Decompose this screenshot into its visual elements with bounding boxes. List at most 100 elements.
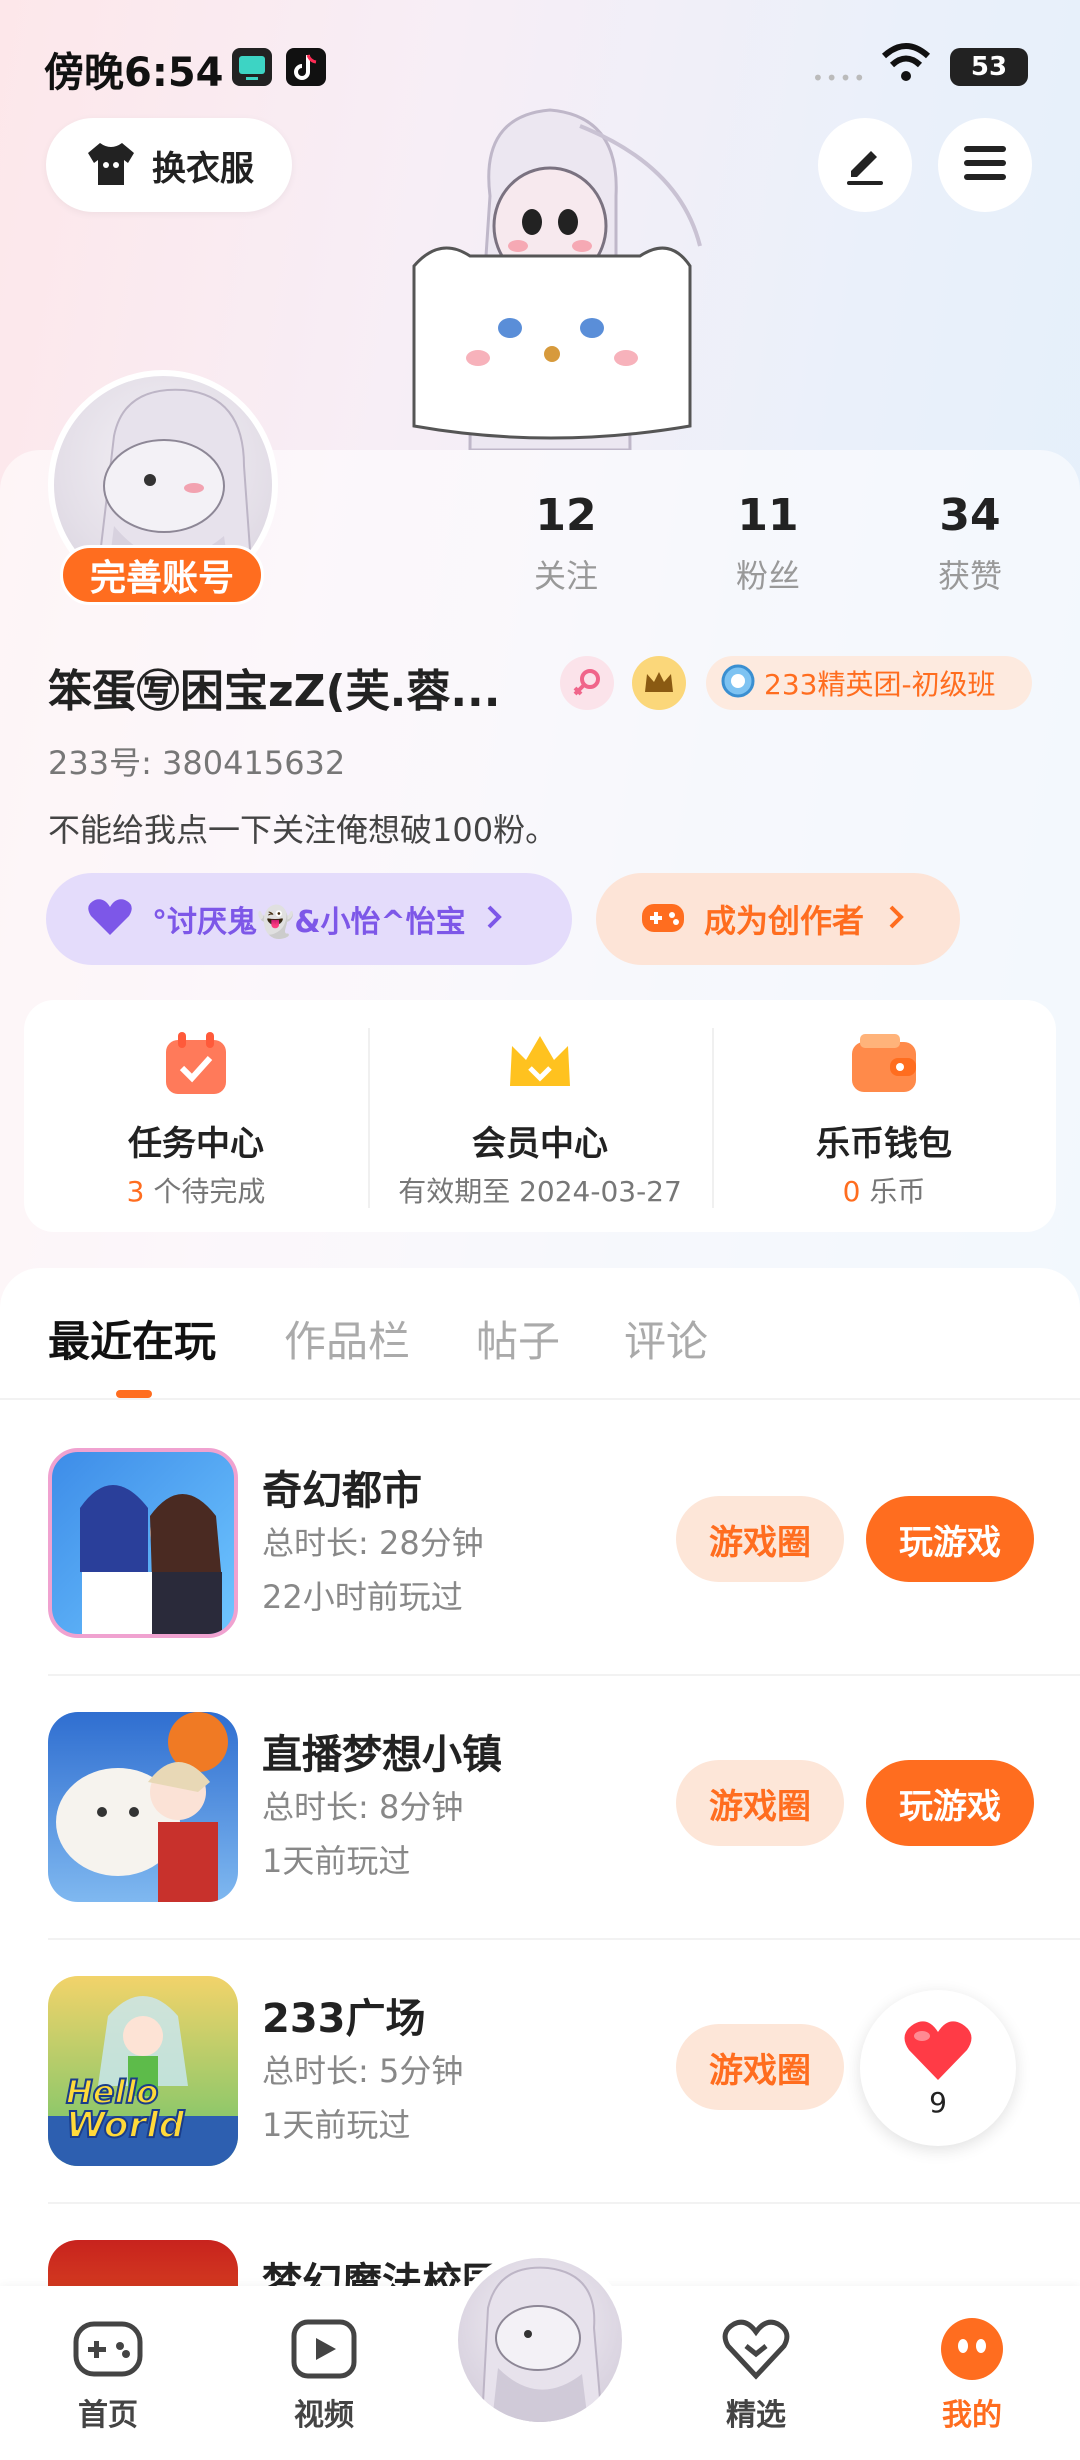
- game-duration: 总时长: 8分钟: [262, 1788, 464, 1826]
- wallet-subtitle: 0 乐币: [712, 1170, 1056, 1210]
- menu-button[interactable]: [938, 118, 1032, 212]
- like-count: 9: [929, 2086, 947, 2119]
- user-bio: 不能给我点一下关注俺想破100粉。: [48, 811, 558, 849]
- coin-unit: 乐币: [860, 1175, 926, 1208]
- edit-profile-button[interactable]: [818, 118, 912, 212]
- fans-stat[interactable]: 11 粉丝: [698, 490, 838, 597]
- wallet-item[interactable]: 乐币钱包 0 乐币: [712, 1000, 1056, 1232]
- game-row[interactable]: 直播梦想小镇 总时长: 8分钟 1天前玩过 游戏圈 玩游戏: [0, 1666, 1080, 1930]
- gamepad-icon: [640, 898, 686, 940]
- chevron-right-icon: [886, 903, 906, 935]
- likes-count: 34: [939, 490, 1001, 541]
- group-tag-label: 233精英团-初级班: [764, 668, 996, 701]
- wifi-icon: [880, 40, 932, 94]
- nav-mine[interactable]: 我的: [864, 2286, 1080, 2460]
- game-name: 直播梦想小镇: [262, 1732, 502, 1778]
- signal-icon: ••••: [812, 66, 868, 90]
- nav-video[interactable]: 视频: [216, 2286, 432, 2460]
- nav-home[interactable]: 首页: [0, 2286, 216, 2460]
- game-circle-button[interactable]: 游戏圈: [676, 2024, 844, 2110]
- task-center-title: 任务中心: [128, 1124, 264, 1164]
- username: 笨蛋㊢困宝zZ(芙.蓉...: [48, 666, 501, 717]
- play-video-icon: [288, 2316, 360, 2382]
- change-outfit-label: 换衣服: [152, 148, 254, 189]
- fans-count: 11: [737, 490, 799, 541]
- shirt-icon: [84, 139, 138, 191]
- status-time: 傍晚6:54: [44, 50, 224, 96]
- crown-icon: [504, 1028, 576, 1100]
- task-center-item[interactable]: 任务中心 3 个待完成: [24, 1000, 368, 1232]
- tv-app-icon: [232, 48, 272, 86]
- game-circle-button[interactable]: 游戏圈: [676, 1760, 844, 1846]
- game-circle-button[interactable]: 游戏圈: [676, 1496, 844, 1582]
- user-id: 233号: 380415632: [48, 744, 346, 782]
- tiktok-app-icon: [286, 48, 326, 86]
- wallet-title: 乐币钱包: [816, 1124, 952, 1164]
- game-name: 奇幻都市: [262, 1468, 422, 1514]
- wallet-icon: [848, 1028, 920, 1100]
- task-center-subtitle: 3 个待完成: [24, 1170, 368, 1210]
- game-row[interactable]: 奇幻都市 总时长: 28分钟 22小时前玩过 游戏圈 玩游戏: [0, 1402, 1080, 1666]
- complete-account-badge[interactable]: 完善账号: [60, 545, 264, 605]
- nav-featured[interactable]: 精选: [648, 2286, 864, 2460]
- avatar: [458, 2258, 622, 2422]
- crown-badge-icon: [632, 656, 686, 710]
- following-count: 12: [535, 490, 597, 541]
- battery-icon: 53: [950, 48, 1028, 86]
- game-name: 233广场: [262, 1996, 426, 2042]
- member-center-item[interactable]: 会员中心 有效期至 2024-03-27: [368, 1000, 712, 1232]
- status-bar: 傍晚6:54 •••• 53: [0, 40, 1080, 100]
- gender-badge-icon: [560, 656, 614, 710]
- logo-hello: Hello: [65, 2073, 159, 2111]
- smile-face-icon: [936, 2316, 1008, 2382]
- heart-outline-icon: [720, 2316, 792, 2382]
- following-stat[interactable]: 12 关注: [496, 490, 636, 597]
- hamburger-menu-icon: [962, 143, 1008, 187]
- tabs-divider: [0, 1398, 1080, 1400]
- gamepad-icon: [72, 2316, 144, 2382]
- game-last-played: 1天前玩过: [262, 1842, 411, 1880]
- task-count: 3: [126, 1175, 145, 1208]
- game-last-played: 22小时前玩过: [262, 1578, 463, 1616]
- purple-heart-icon: [86, 897, 134, 941]
- play-game-button[interactable]: 玩游戏: [866, 1760, 1034, 1846]
- become-creator-pill[interactable]: 成为创作者: [596, 873, 960, 965]
- group-tag[interactable]: 233精英团-初级班: [706, 656, 1032, 710]
- game-thumbnail: [48, 1712, 238, 1902]
- game-thumbnail: [48, 1448, 238, 1638]
- nav-center-avatar[interactable]: [450, 2250, 630, 2430]
- likes-stat[interactable]: 34 获赞: [900, 490, 1040, 597]
- fan-group-pill[interactable]: °讨厌鬼👻&小怡^怡宝: [46, 873, 572, 965]
- game-thumbnail: Hello World: [48, 1976, 238, 2166]
- tab-works[interactable]: 作品栏: [284, 1308, 410, 1369]
- task-count-suffix: 个待完成: [144, 1175, 266, 1208]
- game-duration: 总时长: 28分钟: [262, 1524, 484, 1562]
- active-tab-indicator: [116, 1390, 152, 1398]
- calendar-check-icon: [160, 1028, 232, 1100]
- nav-video-label: 视频: [294, 2398, 354, 2433]
- chevron-right-icon: [484, 903, 504, 935]
- character-illustration: [412, 108, 702, 450]
- become-creator-label: 成为创作者: [704, 902, 865, 940]
- nav-featured-label: 精选: [726, 2398, 786, 2433]
- tab-comments[interactable]: 评论: [624, 1308, 708, 1369]
- tab-recent-played[interactable]: 最近在玩: [48, 1308, 216, 1369]
- game-duration: 总时长: 5分钟: [262, 2052, 464, 2090]
- member-center-title: 会员中心: [472, 1124, 608, 1164]
- following-label: 关注: [533, 557, 598, 595]
- coin-count: 0: [842, 1175, 861, 1208]
- tab-posts[interactable]: 帖子: [476, 1308, 560, 1369]
- heart-icon: [902, 2018, 974, 2082]
- play-game-button[interactable]: 玩游戏: [866, 1496, 1034, 1582]
- fan-group-label: °讨厌鬼👻&小怡^怡宝: [152, 905, 466, 940]
- floating-like-button[interactable]: 9: [860, 1990, 1016, 2146]
- fans-label: 粉丝: [735, 557, 800, 595]
- member-expiry: 有效期至 2024-03-27: [398, 1175, 682, 1208]
- quick-access-card: 任务中心 3 个待完成 会员中心 有效期至 2024-03-27 乐币钱包 0 …: [24, 1000, 1056, 1232]
- logo-world: World: [65, 2105, 185, 2146]
- change-outfit-button[interactable]: 换衣服: [46, 118, 292, 212]
- nav-mine-label: 我的: [942, 2398, 1002, 2433]
- group-medal-icon: [720, 663, 756, 703]
- likes-label: 获赞: [937, 557, 1002, 595]
- pencil-icon: [841, 139, 889, 191]
